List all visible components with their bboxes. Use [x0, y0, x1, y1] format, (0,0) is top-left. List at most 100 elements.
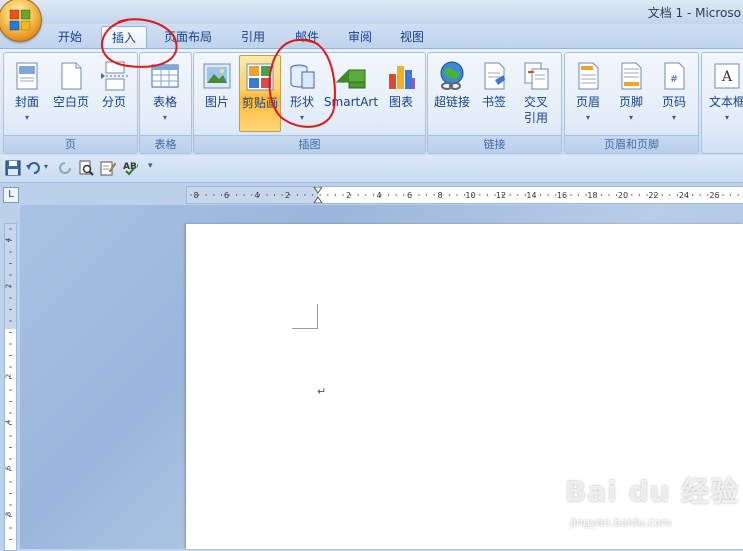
chevron-down-icon: ▾	[24, 113, 29, 122]
ruler-tick-label: 20	[618, 191, 628, 200]
page-number-label: 页码	[661, 95, 686, 109]
hyperlink-button[interactable]: 超链接	[430, 55, 474, 133]
svg-text:A: A	[721, 69, 733, 85]
indent-marker-icon	[313, 187, 323, 203]
textbox-button[interactable]: A 文本框 ▾	[704, 55, 743, 133]
ruler-tick-label: 14	[526, 191, 536, 200]
customize-toolbar-icon[interactable]: ▾	[148, 161, 153, 171]
textbox-icon: A	[714, 63, 740, 89]
ruler-tick-label: 2	[5, 374, 13, 378]
office-logo-icon	[9, 9, 31, 31]
tab-view[interactable]: 视图	[389, 26, 435, 48]
ruler-tick-label: 4	[5, 419, 13, 424]
page-break-button[interactable]: 分页	[94, 55, 134, 133]
horizontal-ruler-row: L 8 6 4 2 2 4 6 8 10 12 14 16 18 20 22 24 26	[0, 183, 743, 205]
ruler-tick-label: 16	[557, 191, 567, 200]
undo-icon[interactable]	[26, 160, 42, 176]
horizontal-ruler[interactable]: 8 6 4 2 2 4 6 8 10 12 14 16 18 20 22 24 26	[186, 186, 743, 204]
tab-page-layout[interactable]: 页面布局	[155, 26, 221, 48]
group-header-footer: 页眉 ▾ 页脚 ▾ # 页码 ▾ 页眉和页脚	[564, 52, 699, 154]
group-label-illustrations: 插图	[194, 135, 425, 153]
group-label-header-footer: 页眉和页脚	[565, 135, 698, 153]
cover-page-icon	[16, 62, 38, 90]
save-icon[interactable]	[5, 160, 21, 176]
ruler-tick-label: 18	[587, 191, 597, 200]
page-break-icon	[101, 61, 128, 91]
title-bar: 文档 1 - Microso	[0, 0, 743, 24]
blank-page-button[interactable]: 空白页	[48, 55, 94, 133]
group-tables: 表格 ▾ 表格	[139, 52, 192, 154]
undo-dropdown-icon[interactable]: ▾	[44, 162, 48, 171]
cross-reference-icon	[524, 62, 549, 90]
header-button[interactable]: 页眉 ▾	[567, 55, 609, 133]
table-label: 表格	[152, 95, 177, 109]
textbox-label: 文本框	[708, 95, 743, 109]
window-title: 文档 1 - Microso	[647, 6, 741, 20]
group-links: 超链接 书签 交叉 引用 链接	[427, 52, 562, 154]
bookmark-button[interactable]: 书签	[474, 55, 514, 133]
ruler-tick-label: 4	[5, 237, 13, 242]
chart-icon	[389, 66, 415, 89]
cover-page-label: 封面	[14, 95, 39, 109]
print-preview-icon[interactable]	[78, 160, 94, 176]
tab-review[interactable]: 审阅	[337, 26, 383, 48]
table-button[interactable]: 表格 ▾	[142, 55, 188, 133]
vertical-ruler[interactable]: 422468	[4, 223, 17, 551]
watermark-brand: Bai du 经验	[565, 475, 740, 508]
margin-corner-mark	[292, 304, 318, 329]
clipart-button[interactable]: 剪贴画	[239, 55, 281, 132]
page-break-label: 分页	[101, 95, 126, 109]
chevron-down-icon: ▾	[724, 113, 729, 122]
picture-icon	[203, 63, 231, 89]
smartart-button[interactable]: SmartArt	[322, 55, 380, 133]
ruler-tick-label: 8	[193, 191, 198, 200]
ruler-tick-label: 10	[465, 191, 475, 200]
chevron-down-icon: ▾	[299, 113, 304, 122]
group-illustrations: 图片 剪贴画 形状 ▾ SmartArt 图表 插图	[193, 52, 426, 154]
edit-document-icon[interactable]	[100, 160, 116, 176]
watermark-url: jingyan.baidu.com	[570, 516, 672, 529]
clipart-icon	[246, 63, 274, 91]
ruler-tick-label: 12	[496, 191, 506, 200]
baidu-watermark: Bai du 经验 jingyan.baidu.com	[565, 470, 743, 540]
redo-icon[interactable]	[58, 160, 74, 176]
group-label-pages: 页	[4, 135, 137, 153]
spelling-check-icon[interactable]: ABC	[122, 160, 138, 176]
header-label: 页眉	[575, 95, 600, 109]
cross-reference-label-2: 引用	[523, 111, 548, 125]
footer-button[interactable]: 页脚 ▾	[610, 55, 652, 133]
group-label-tables: 表格	[140, 135, 191, 153]
footer-label: 页脚	[618, 95, 643, 109]
cross-reference-button[interactable]: 交叉 引用	[514, 55, 558, 133]
svg-text:#: #	[670, 74, 678, 85]
bookmark-icon	[484, 62, 505, 90]
blank-page-label: 空白页	[52, 95, 89, 109]
hyperlink-icon	[440, 61, 464, 90]
tab-home[interactable]: 开始	[45, 26, 95, 48]
tab-selector[interactable]: L	[3, 187, 19, 203]
chevron-down-icon: ▾	[671, 113, 676, 122]
ruler-tick-label: 6	[5, 465, 13, 470]
group-pages: 封面 ▾ 空白页 分页 页	[3, 52, 138, 154]
group-label-links: 链接	[428, 135, 561, 153]
shapes-label: 形状	[289, 95, 314, 109]
tab-references[interactable]: 引用	[230, 26, 276, 48]
vertical-ruler-ticks: 422468	[5, 228, 13, 540]
chevron-down-icon: ▾	[585, 113, 590, 122]
header-icon	[578, 62, 599, 90]
chart-label: 图表	[388, 95, 413, 109]
tab-insert[interactable]: 插入	[101, 26, 147, 49]
footer-icon	[621, 62, 642, 90]
shapes-button[interactable]: 形状 ▾	[282, 55, 322, 133]
quick-access-toolbar: ▾ ABC ▾	[0, 155, 743, 183]
tab-mailings[interactable]: 邮件	[284, 26, 330, 48]
clipart-label: 剪贴画	[241, 96, 278, 110]
ribbon: 封面 ▾ 空白页 分页 页 表格 ▾ 表格 图片 剪贴画 形状 ▾ SmartA…	[0, 48, 743, 156]
cover-page-button[interactable]: 封面 ▾	[6, 55, 48, 133]
picture-button[interactable]: 图片	[197, 55, 237, 133]
chart-button[interactable]: 图表	[381, 55, 421, 133]
ruler-tick-label: 6	[224, 191, 229, 200]
page-number-button[interactable]: # 页码 ▾	[653, 55, 695, 133]
ribbon-tab-row: 开始 插入 页面布局 引用 邮件 审阅 视图	[0, 24, 743, 49]
horizontal-ruler-ticks: 8 6 4 2 2 4 6 8 10 12 14 16 18 20 22 24 26	[190, 187, 739, 203]
